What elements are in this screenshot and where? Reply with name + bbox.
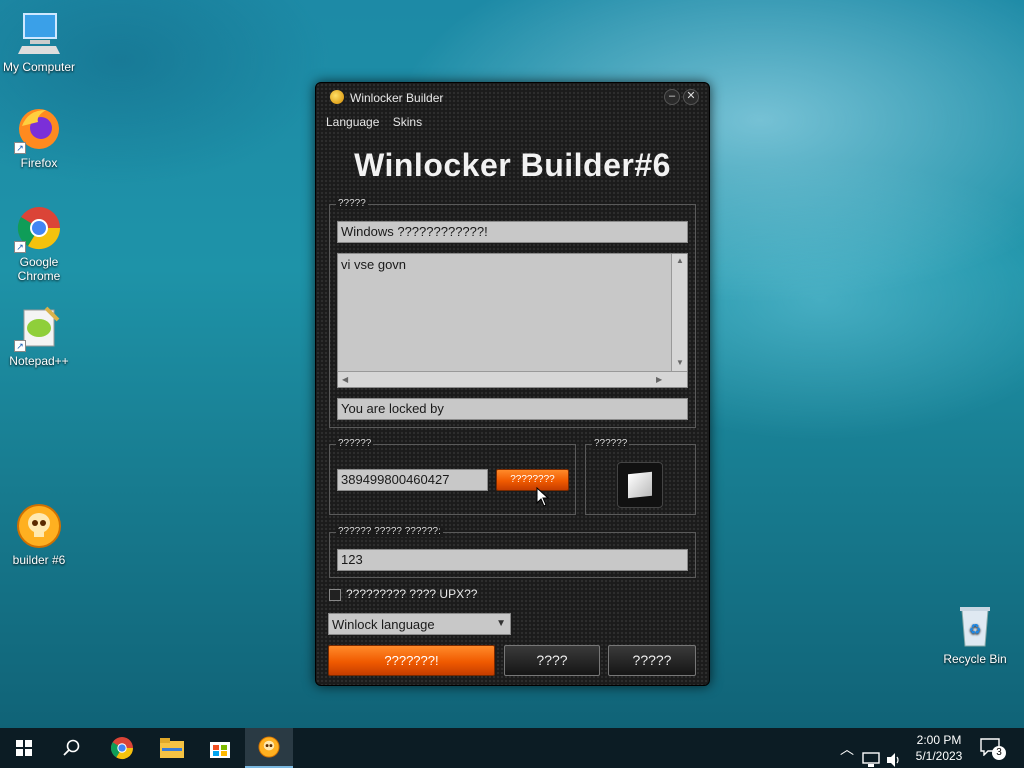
- title-input[interactable]: Windows ????????????!: [337, 221, 688, 243]
- desktop-icon-recycle-bin[interactable]: ♻ Recycle Bin: [936, 602, 1014, 666]
- scroll-up-icon[interactable]: ▲: [676, 256, 684, 265]
- scroll-right-icon[interactable]: ▶: [656, 375, 662, 384]
- store-icon: [210, 742, 230, 758]
- message-text: vi vse govn: [341, 257, 407, 272]
- desktop-icon-label: Notepad++: [9, 354, 69, 368]
- windows-logo-icon: [628, 471, 652, 499]
- folder-icon: [160, 738, 184, 758]
- taskbar-store[interactable]: [196, 728, 244, 768]
- desktop-icon-builder[interactable]: builder #6: [0, 503, 78, 567]
- upx-label: ????????? ???? UPX??: [346, 587, 478, 601]
- menu-skins[interactable]: Skins: [393, 115, 422, 129]
- window-title: Winlocker Builder: [350, 91, 444, 105]
- skull-icon: [258, 736, 280, 758]
- desktop-icon-my-computer[interactable]: My Computer: [0, 10, 78, 74]
- desktop-icon-label: Recycle Bin: [943, 652, 1007, 666]
- language-select[interactable]: Winlock language ▼: [328, 613, 511, 635]
- icon-picker-button[interactable]: [617, 462, 663, 508]
- app-heading: Winlocker Builder#6: [354, 147, 671, 183]
- recycle-bin-icon: ♻: [952, 602, 998, 648]
- search-button[interactable]: [48, 728, 96, 768]
- menu-bar: Language Skins: [326, 115, 432, 129]
- desktop-icon-label: builder #6: [12, 553, 66, 567]
- mouse-cursor-icon: [536, 487, 550, 507]
- notification-center-button[interactable]: 3: [980, 738, 1010, 768]
- horizontal-scrollbar[interactable]: ◀ ▶: [338, 371, 687, 387]
- taskbar-builder[interactable]: [245, 728, 293, 768]
- about-button[interactable]: ?????: [608, 645, 696, 676]
- icon-group: ??????: [585, 438, 696, 515]
- message-group: ????? Windows ????????????! vi vse govn …: [329, 198, 696, 428]
- notepadpp-icon: ↗: [14, 304, 62, 352]
- chrome-icon: [110, 737, 133, 760]
- taskbar-file-explorer[interactable]: [148, 728, 196, 768]
- taskbar: ︿ 2:00 PM 5/1/2023 3: [0, 728, 1024, 768]
- scroll-left-icon[interactable]: ◀: [342, 375, 348, 384]
- unlock-code-input[interactable]: 389499800460427: [337, 469, 488, 491]
- language-select-value: Winlock language: [332, 617, 435, 632]
- menu-language[interactable]: Language: [326, 115, 379, 129]
- password-group-label: ?????? ????? ??????:: [336, 526, 443, 537]
- desktop-icon-firefox[interactable]: ↗ Firefox: [0, 106, 78, 170]
- desktop-icon-chrome[interactable]: ↗ Google Chrome: [0, 205, 78, 283]
- shortcut-arrow-icon: ↗: [14, 142, 26, 154]
- icon-group-label: ??????: [592, 438, 630, 449]
- locked-by-input[interactable]: You are locked by: [337, 398, 688, 420]
- desktop-icon-label: Google Chrome: [17, 255, 61, 283]
- computer-icon: [16, 10, 62, 56]
- taskbar-chrome[interactable]: [98, 728, 146, 768]
- firefox-icon: ↗: [14, 106, 62, 154]
- upx-checkbox[interactable]: [329, 589, 341, 601]
- desktop-icon-label: Firefox: [20, 156, 58, 170]
- clock-date: 5/1/2023: [915, 749, 963, 763]
- generate-code-button[interactable]: ????????: [496, 469, 569, 491]
- title-bar[interactable]: Winlocker Builder – ✕: [316, 83, 709, 111]
- dropdown-arrow-icon: ▼: [496, 618, 506, 629]
- message-group-label: ?????: [336, 198, 368, 209]
- svg-text:♻: ♻: [969, 622, 982, 638]
- password-input[interactable]: 123: [337, 549, 688, 571]
- desktop-icon-label: My Computer: [2, 60, 76, 74]
- code-group-label: ??????: [336, 438, 374, 449]
- windows-start-icon: [16, 740, 32, 756]
- vertical-scrollbar[interactable]: ▲ ▼: [671, 254, 687, 372]
- notification-count-badge: 3: [992, 746, 1006, 760]
- shortcut-arrow-icon: ↗: [14, 241, 26, 253]
- build-button[interactable]: ???????!: [328, 645, 495, 676]
- message-textarea[interactable]: vi vse govn ▲ ▼ ◀ ▶: [337, 253, 688, 388]
- skull-icon: [16, 503, 62, 549]
- clock-time: 2:00 PM: [916, 733, 962, 747]
- password-group: ?????? ????? ??????: 123: [329, 526, 696, 578]
- winlocker-builder-window[interactable]: Winlocker Builder – ✕ Language Skins Win…: [315, 82, 710, 686]
- start-button[interactable]: [0, 728, 48, 768]
- shortcut-arrow-icon: ↗: [14, 340, 26, 352]
- desktop-icon-notepadpp[interactable]: ↗ Notepad++: [0, 304, 78, 368]
- test-button[interactable]: ????: [504, 645, 600, 676]
- app-icon: [330, 90, 344, 104]
- show-hidden-icons-icon[interactable]: ︿: [840, 739, 854, 768]
- close-button[interactable]: ✕: [683, 89, 699, 105]
- scroll-down-icon[interactable]: ▼: [676, 358, 684, 367]
- search-icon: [63, 739, 80, 756]
- network-icon[interactable]: [862, 740, 880, 768]
- minimize-button[interactable]: –: [664, 89, 680, 105]
- clock[interactable]: 2:00 PM 5/1/2023: [910, 732, 968, 768]
- chrome-icon: ↗: [14, 205, 62, 253]
- volume-icon[interactable]: [886, 740, 902, 768]
